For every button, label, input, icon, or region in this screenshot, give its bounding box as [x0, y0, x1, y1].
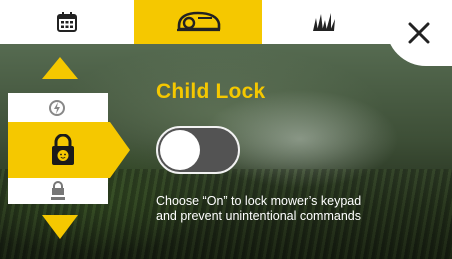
- child-lock-icon: [52, 134, 74, 165]
- description-line-2: and prevent unintentional commands: [156, 209, 361, 223]
- menu-item-child-lock[interactable]: [8, 122, 110, 178]
- toggle-knob[interactable]: [160, 130, 200, 170]
- arrow-down-icon[interactable]: [42, 214, 78, 240]
- arrow-up-icon[interactable]: [42, 56, 78, 80]
- robot-mower-icon: [177, 11, 221, 32]
- tab-calendar[interactable]: [0, 0, 133, 44]
- tab-mower[interactable]: [134, 0, 262, 44]
- top-tab-bar: [0, 0, 452, 44]
- keypad-lock-icon: [51, 181, 65, 200]
- setting-description: Choose “On” to lock mower’s keypad and p…: [156, 194, 361, 224]
- grass-icon: [313, 13, 335, 31]
- setting-title: Child Lock: [156, 80, 266, 103]
- close-icon: [408, 22, 430, 44]
- child-lock-toggle[interactable]: [156, 126, 240, 174]
- description-line-1: Choose “On” to lock mower’s keypad: [156, 194, 362, 208]
- selection-pointer-icon: [110, 122, 130, 178]
- calendar-icon: [56, 12, 77, 32]
- menu-item-keypad-lock[interactable]: [50, 181, 66, 206]
- tab-grass[interactable]: [262, 0, 386, 44]
- anti-theft-icon: [49, 100, 65, 116]
- menu-item-anti-theft[interactable]: [48, 99, 66, 122]
